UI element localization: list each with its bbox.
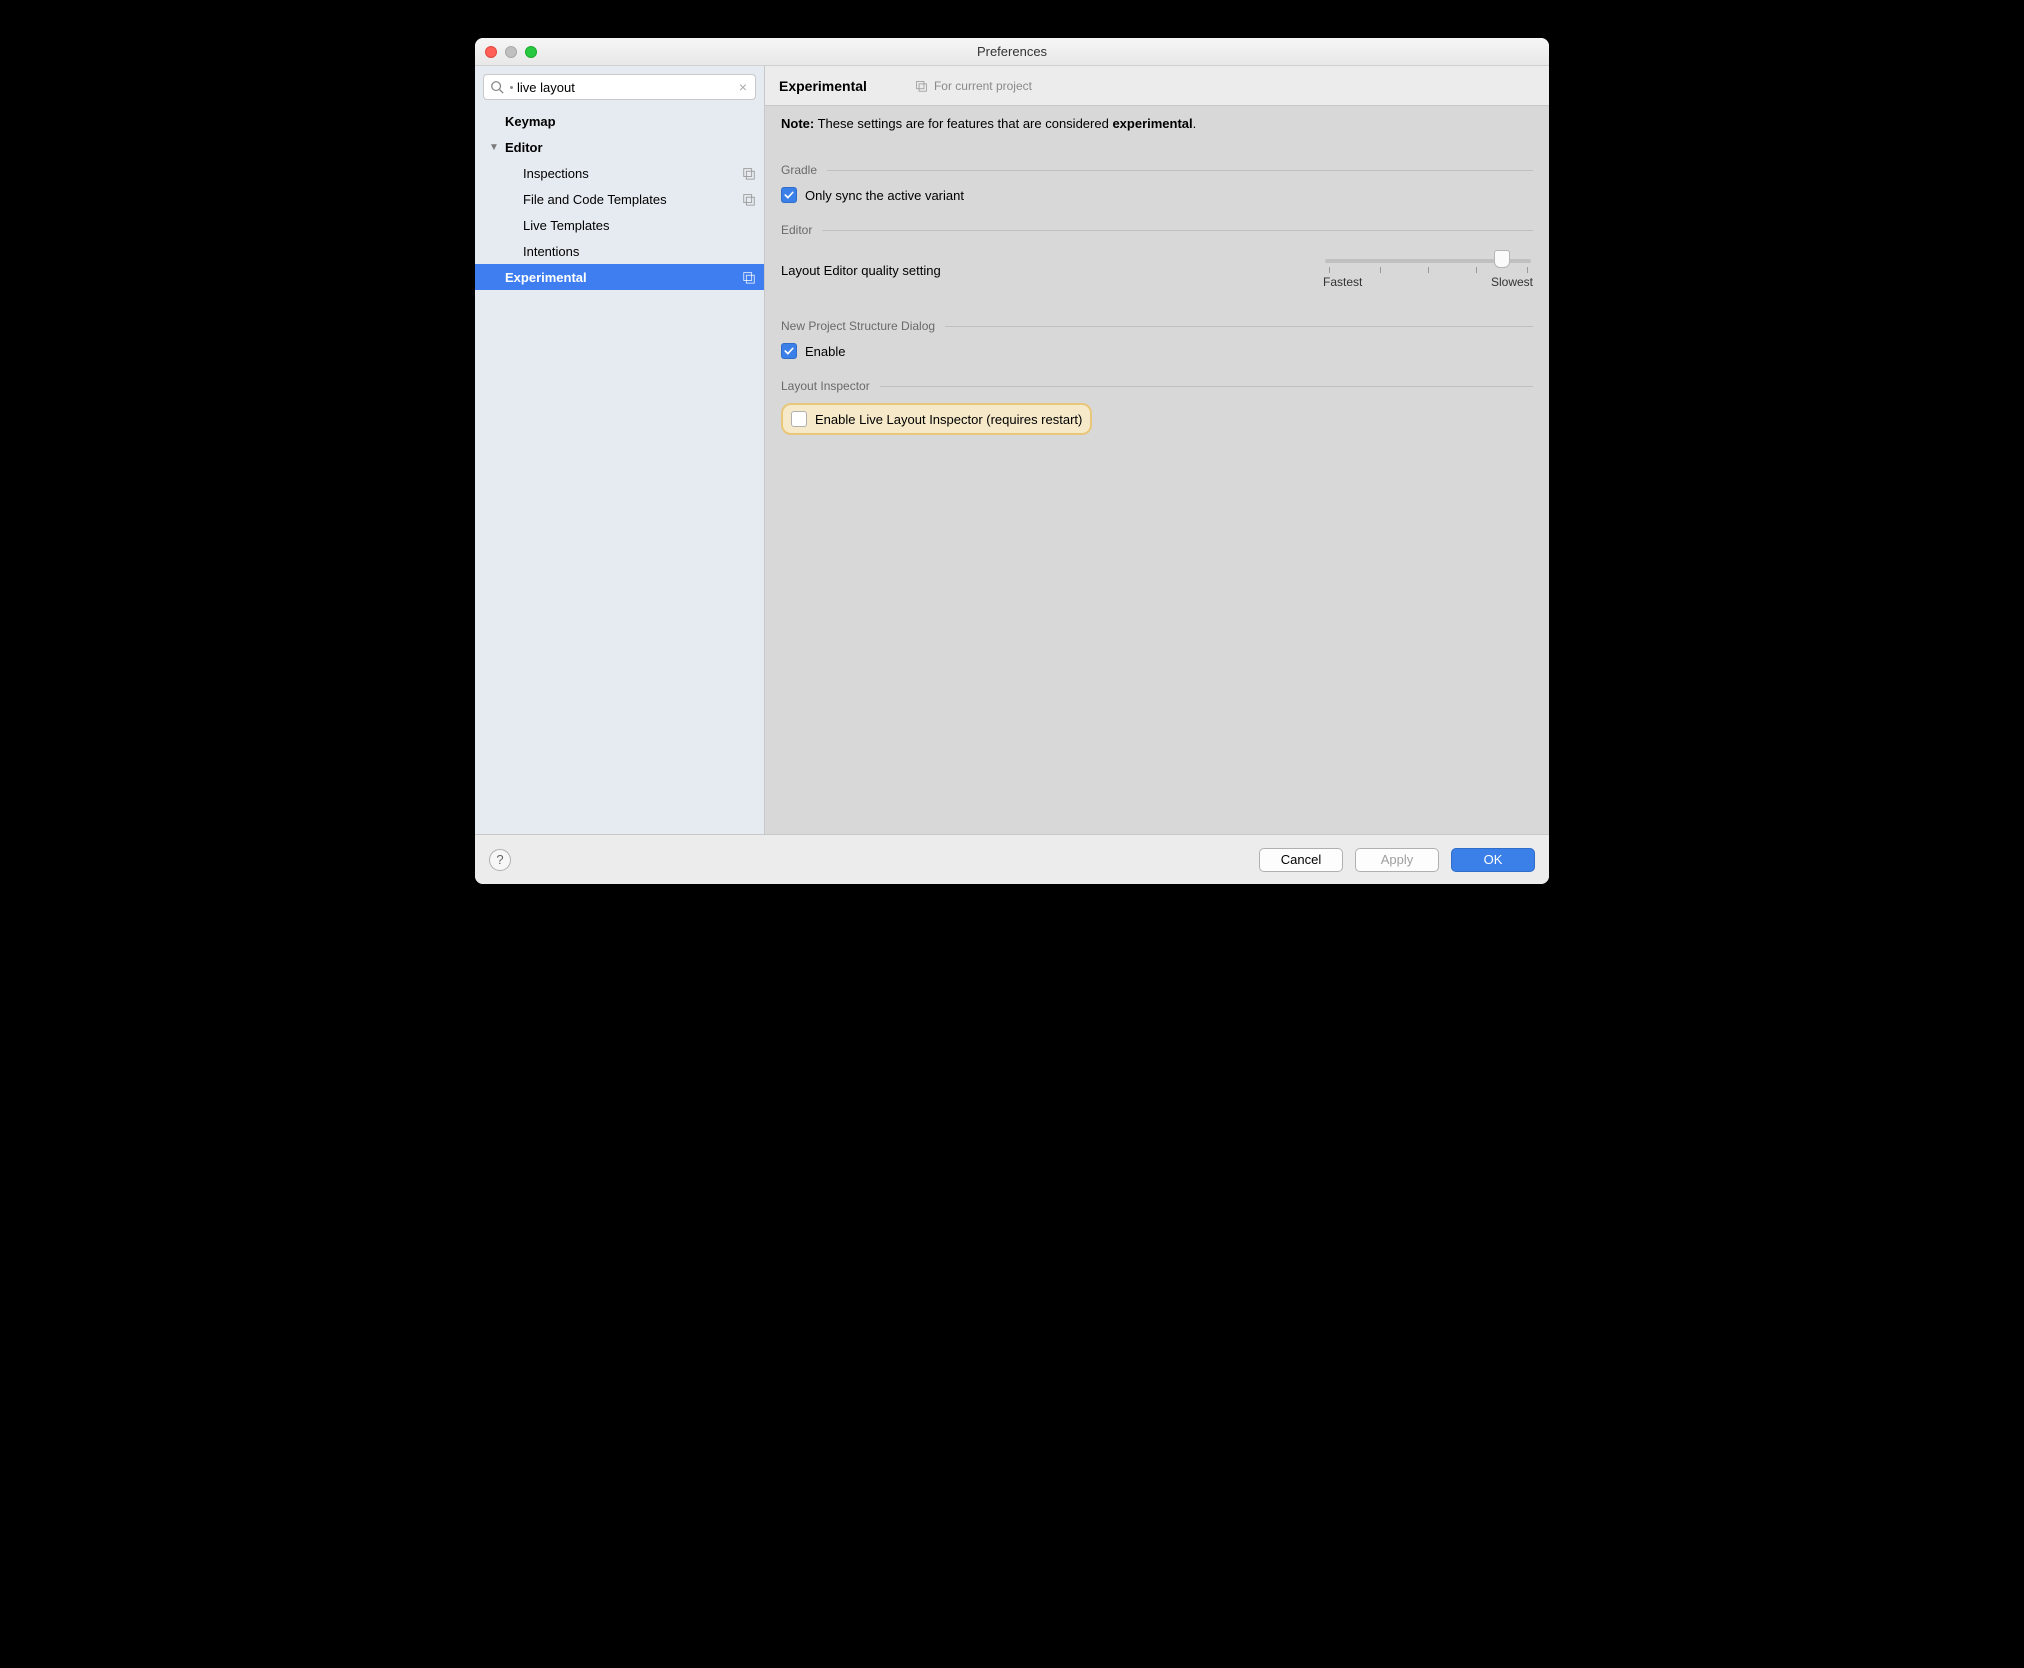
scope-text: For current project [934, 79, 1032, 93]
search-input[interactable] [517, 80, 731, 95]
help-icon: ? [496, 852, 503, 867]
sidebar-item-label: Keymap [505, 114, 556, 129]
divider [945, 326, 1533, 327]
section-header: Layout Inspector [781, 379, 1533, 393]
enable-live-inspector-row[interactable]: Enable Live Layout Inspector (requires r… [781, 403, 1092, 435]
check-icon [783, 345, 795, 357]
section-label: Gradle [781, 163, 817, 177]
main-header: Experimental For current project [765, 66, 1549, 106]
preferences-window: Preferences × Keymap ▼ Editor [475, 38, 1549, 884]
sidebar: × Keymap ▼ Editor Inspections File and C… [475, 66, 765, 834]
sidebar-item-intentions[interactable]: Intentions [475, 238, 764, 264]
window-title: Preferences [475, 44, 1549, 59]
sidebar-item-file-code-templates[interactable]: File and Code Templates [475, 186, 764, 212]
sidebar-item-live-templates[interactable]: Live Templates [475, 212, 764, 238]
checkbox-label: Enable [805, 344, 845, 359]
checkbox-label: Enable Live Layout Inspector (requires r… [815, 412, 1082, 427]
note: Note: These settings are for features th… [781, 116, 1533, 131]
section-label: Editor [781, 223, 812, 237]
check-icon [783, 189, 795, 201]
search-field[interactable]: × [483, 74, 756, 100]
section-new-project-structure: New Project Structure Dialog Enable [781, 319, 1533, 359]
slider-tick [1527, 267, 1528, 273]
ok-button[interactable]: OK [1451, 848, 1535, 872]
sidebar-item-label: File and Code Templates [523, 192, 667, 207]
project-scope-icon [742, 270, 756, 284]
note-middle: These settings are for features that are… [814, 116, 1112, 131]
note-suffix: . [1193, 116, 1197, 131]
enable-live-inspector-checkbox[interactable] [791, 411, 807, 427]
body: × Keymap ▼ Editor Inspections File and C… [475, 66, 1549, 834]
nav-tree: Keymap ▼ Editor Inspections File and Cod… [475, 108, 764, 834]
section-label: Layout Inspector [781, 379, 870, 393]
only-sync-active-variant-row[interactable]: Only sync the active variant [781, 187, 1533, 203]
minimize-window-button[interactable] [505, 46, 517, 58]
sidebar-item-label: Experimental [505, 270, 587, 285]
sidebar-item-label: Editor [505, 140, 543, 155]
zoom-window-button[interactable] [525, 46, 537, 58]
slider-label-slowest: Slowest [1491, 275, 1533, 289]
cancel-button[interactable]: Cancel [1259, 848, 1343, 872]
divider [822, 230, 1533, 231]
section-header: New Project Structure Dialog [781, 319, 1533, 333]
search-history-icon[interactable] [510, 86, 513, 89]
chevron-down-icon[interactable]: ▼ [489, 142, 499, 153]
note-prefix: Note: [781, 116, 814, 131]
search-wrap: × [475, 66, 764, 108]
sidebar-item-label: Intentions [523, 244, 579, 259]
sidebar-item-inspections[interactable]: Inspections [475, 160, 764, 186]
slider-tick [1329, 267, 1330, 273]
checkbox-label: Only sync the active variant [805, 188, 964, 203]
sidebar-item-label: Inspections [523, 166, 589, 181]
footer: ? Cancel Apply OK [475, 834, 1549, 884]
divider [880, 386, 1533, 387]
slider-tick [1476, 267, 1477, 273]
search-icon [490, 80, 504, 94]
help-button[interactable]: ? [489, 849, 511, 871]
project-scope-icon [742, 192, 756, 206]
slider-tick [1428, 267, 1429, 273]
quality-slider[interactable] [1323, 251, 1533, 271]
quality-label: Layout Editor quality setting [781, 263, 941, 278]
slider-thumb[interactable] [1494, 250, 1510, 268]
close-window-button[interactable] [485, 46, 497, 58]
main-panel: Experimental For current project Note: T… [765, 66, 1549, 834]
slider-tick [1380, 267, 1381, 273]
section-editor: Editor Layout Editor quality setting [781, 223, 1533, 299]
note-emph: experimental [1112, 116, 1192, 131]
project-scope-icon [742, 166, 756, 180]
project-scope-icon [915, 79, 928, 92]
quality-row: Layout Editor quality setting [781, 247, 1533, 299]
section-header: Editor [781, 223, 1533, 237]
page-title: Experimental [779, 78, 867, 94]
section-header: Gradle [781, 163, 1533, 177]
titlebar: Preferences [475, 38, 1549, 66]
only-sync-active-variant-checkbox[interactable] [781, 187, 797, 203]
section-gradle: Gradle Only sync the active variant [781, 163, 1533, 203]
sidebar-item-keymap[interactable]: Keymap [475, 108, 764, 134]
scope-label: For current project [915, 79, 1032, 93]
clear-search-icon[interactable]: × [731, 79, 755, 95]
slider-labels: Fastest Slowest [1323, 275, 1533, 289]
section-label: New Project Structure Dialog [781, 319, 935, 333]
divider [827, 170, 1533, 171]
quality-slider-wrap: Fastest Slowest [1323, 251, 1533, 289]
section-layout-inspector: Layout Inspector Enable Live Layout Insp… [781, 379, 1533, 435]
sidebar-item-editor[interactable]: ▼ Editor [475, 134, 764, 160]
footer-buttons: Cancel Apply OK [1259, 848, 1535, 872]
content: Note: These settings are for features th… [765, 106, 1549, 834]
sidebar-item-experimental[interactable]: Experimental [475, 264, 764, 290]
sidebar-item-label: Live Templates [523, 218, 609, 233]
slider-label-fastest: Fastest [1323, 275, 1362, 289]
enable-nps-row[interactable]: Enable [781, 343, 1533, 359]
traffic-lights [475, 46, 537, 58]
apply-button[interactable]: Apply [1355, 848, 1439, 872]
enable-nps-checkbox[interactable] [781, 343, 797, 359]
